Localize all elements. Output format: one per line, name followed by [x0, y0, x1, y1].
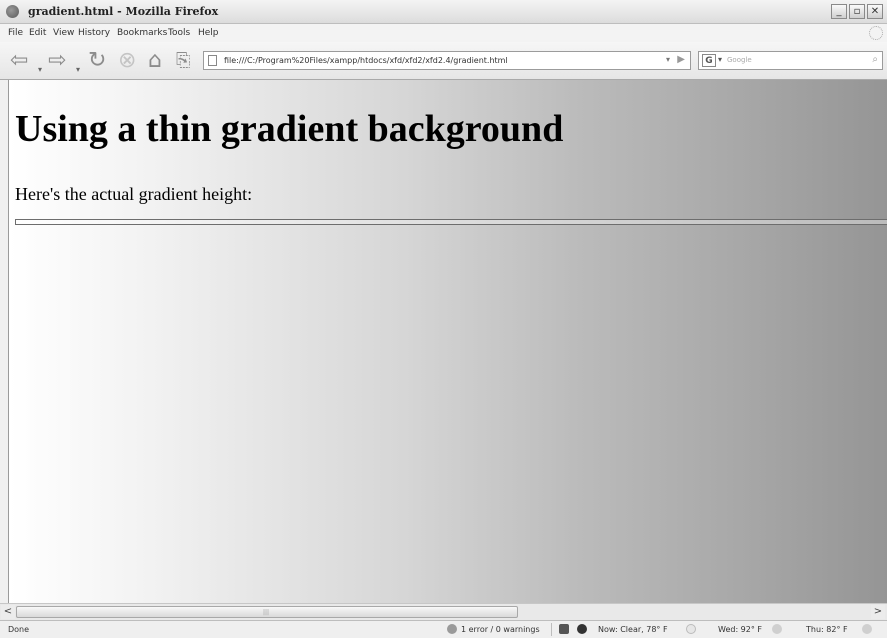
status-separator [551, 623, 552, 636]
scroll-left-icon[interactable]: < [1, 605, 15, 619]
search-input[interactable]: Google [727, 56, 752, 64]
title-bar: gradient.html - Mozilla Firefox _ ▫ ✕ [0, 0, 887, 24]
navigation-toolbar: ⇦ ▾ ⇨ ▾ ↻ ⊗ ⌂ ⎘ file:///C:/Program%20Fil… [0, 42, 887, 80]
maximize-button[interactable]: ▫ [849, 4, 865, 19]
cloud-icon [772, 624, 782, 634]
cloud-icon-2 [862, 624, 872, 634]
menu-file[interactable]: File [8, 28, 23, 38]
stop-icon[interactable]: ⊗ [118, 50, 136, 72]
url-bar[interactable]: file:///C:/Program%20Files/xampp/htdocs/… [203, 51, 691, 70]
menu-bar: File Edit View History Bookmarks Tools H… [0, 24, 887, 42]
search-bar[interactable]: G ▾ Google ⌕ [698, 51, 883, 70]
throbber-icon [869, 26, 883, 40]
home-icon[interactable]: ⌂ [148, 50, 162, 72]
close-button[interactable]: ✕ [867, 4, 883, 19]
status-text: Done [8, 625, 30, 634]
back-icon[interactable]: ⇦ [10, 50, 28, 72]
forward-history-dropdown-icon[interactable]: ▾ [76, 59, 80, 81]
error-icon[interactable] [447, 624, 457, 634]
page-paragraph: Here's the actual gradient height: [15, 184, 253, 204]
scrollbar-grip-icon: ||| [263, 609, 270, 616]
menu-edit[interactable]: Edit [29, 28, 46, 38]
search-icon[interactable]: ⌕ [872, 54, 878, 65]
page-content: Using a thin gradient background Here's … [8, 80, 887, 603]
addon-status-icon-2[interactable] [577, 624, 587, 634]
url-text[interactable]: file:///C:/Program%20Files/xampp/htdocs/… [224, 56, 508, 65]
menu-tools[interactable]: Tools [168, 28, 190, 38]
clear-weather-icon [686, 624, 696, 634]
firefox-icon [6, 5, 19, 18]
reload-icon[interactable]: ↻ [88, 50, 106, 72]
scrollbar-thumb[interactable]: ||| [16, 606, 518, 618]
go-icon[interactable]: ▶ [677, 54, 685, 65]
horizontal-scrollbar[interactable]: < ||| > [0, 603, 887, 620]
error-console-summary[interactable]: 1 error / 0 warnings [461, 625, 540, 634]
scroll-right-icon[interactable]: > [871, 605, 885, 619]
browser-window: gradient.html - Mozilla Firefox _ ▫ ✕ Fi… [0, 0, 887, 638]
search-engine-dropdown-icon[interactable]: ▾ [718, 55, 722, 64]
bookmark-page-icon[interactable]: ⎘ [176, 50, 190, 72]
forward-icon[interactable]: ⇨ [48, 50, 66, 72]
menu-history[interactable]: History [78, 28, 110, 38]
back-history-dropdown-icon[interactable]: ▾ [38, 59, 42, 81]
weather-now[interactable]: Now: Clear, 78° F [598, 625, 668, 634]
menu-view[interactable]: View [53, 28, 74, 38]
url-history-dropdown-icon[interactable]: ▾ [666, 55, 670, 64]
window-title: gradient.html - Mozilla Firefox [28, 5, 219, 18]
menu-help[interactable]: Help [198, 28, 219, 38]
menu-bookmarks[interactable]: Bookmarks [117, 28, 167, 38]
status-bar: Done 1 error / 0 warnings Now: Clear, 78… [0, 620, 887, 638]
gradient-height-sample [15, 219, 887, 225]
search-engine-icon[interactable]: G [702, 54, 716, 67]
weather-wed[interactable]: Wed: 92° F [718, 625, 762, 634]
weather-thu[interactable]: Thu: 82° F [806, 625, 848, 634]
addon-status-icon[interactable] [559, 624, 569, 634]
minimize-button[interactable]: _ [831, 4, 847, 19]
page-heading: Using a thin gradient background [15, 108, 564, 150]
page-icon [208, 55, 217, 66]
